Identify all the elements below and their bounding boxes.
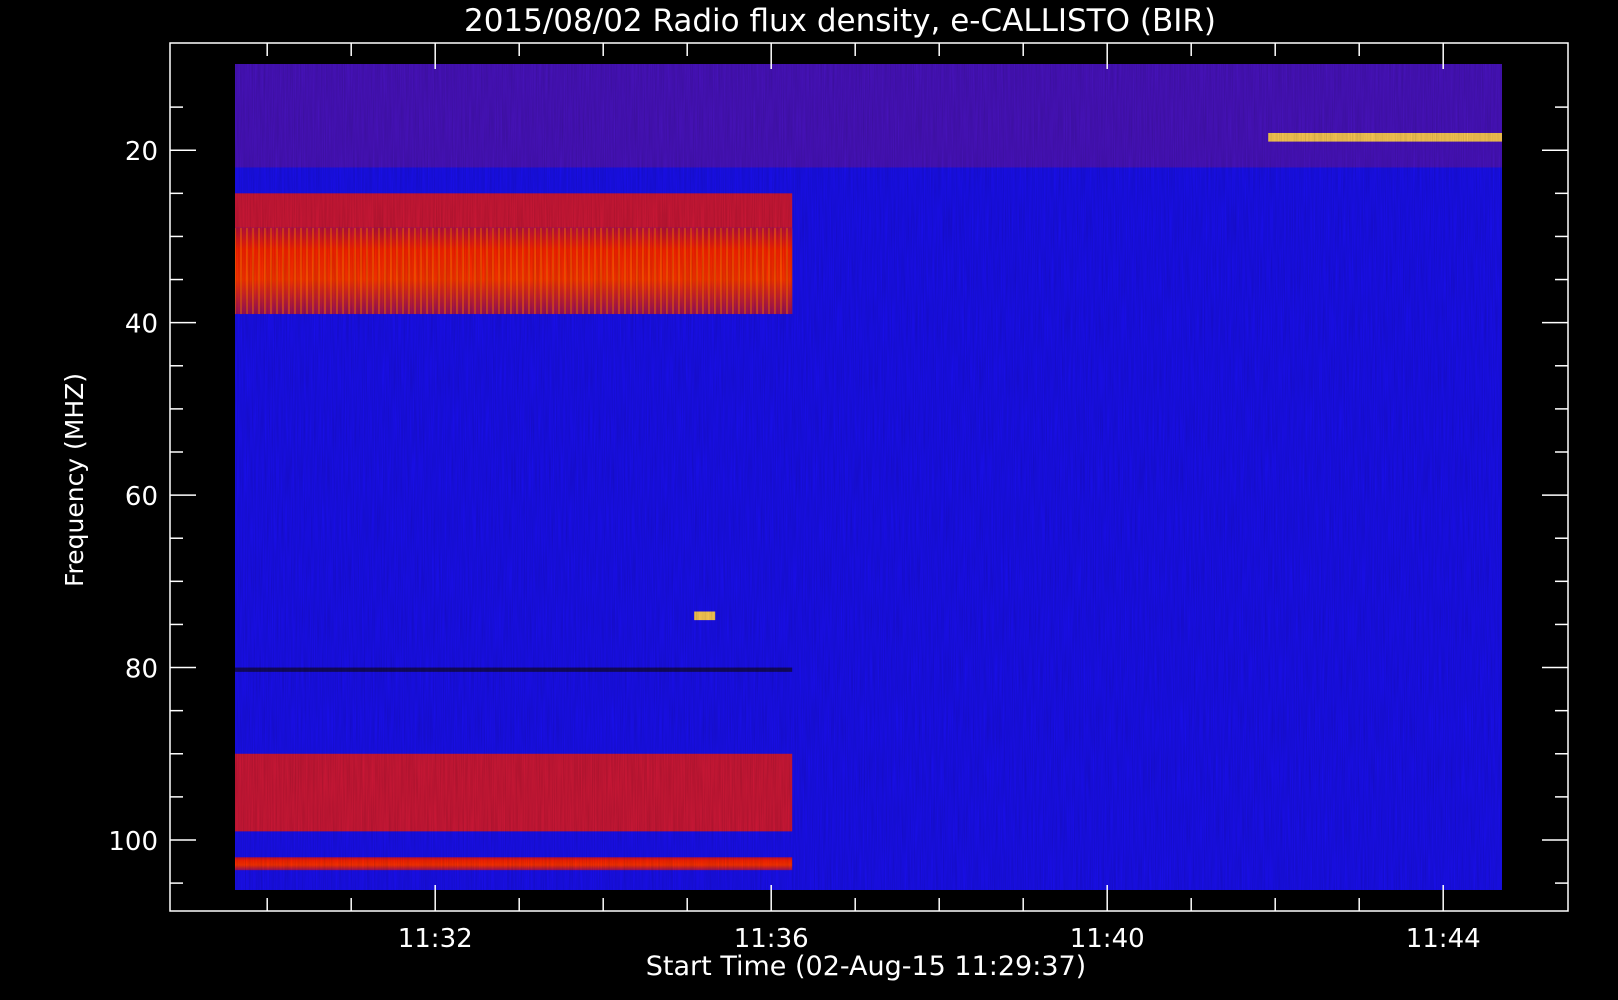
x-axis-label: Start Time (02-Aug-15 11:29:37)	[646, 951, 1086, 982]
y-axis-label: Frequency (MHZ)	[60, 373, 89, 587]
plot-area	[169, 42, 1569, 912]
chart-title: 2015/08/02 Radio flux density, e-CALLIST…	[464, 3, 1216, 39]
x-tick-label: 11:32	[398, 924, 473, 954]
y-tick-label: 20	[125, 137, 158, 167]
y-tick-label: 60	[125, 482, 158, 512]
y-tick-label: 80	[125, 655, 158, 685]
spectrogram-figure: 2015/08/02 Radio flux density, e-CALLIST…	[60, 3, 1569, 982]
spectrogram-image	[235, 64, 1502, 890]
x-tick-label: 11:44	[1406, 924, 1481, 954]
y-tick-label: 100	[108, 827, 158, 857]
x-tick-label: 11:36	[734, 924, 809, 954]
x-tick-label: 11:40	[1070, 924, 1145, 954]
y-tick-label: 40	[125, 310, 158, 340]
noise-texture	[235, 64, 1502, 890]
